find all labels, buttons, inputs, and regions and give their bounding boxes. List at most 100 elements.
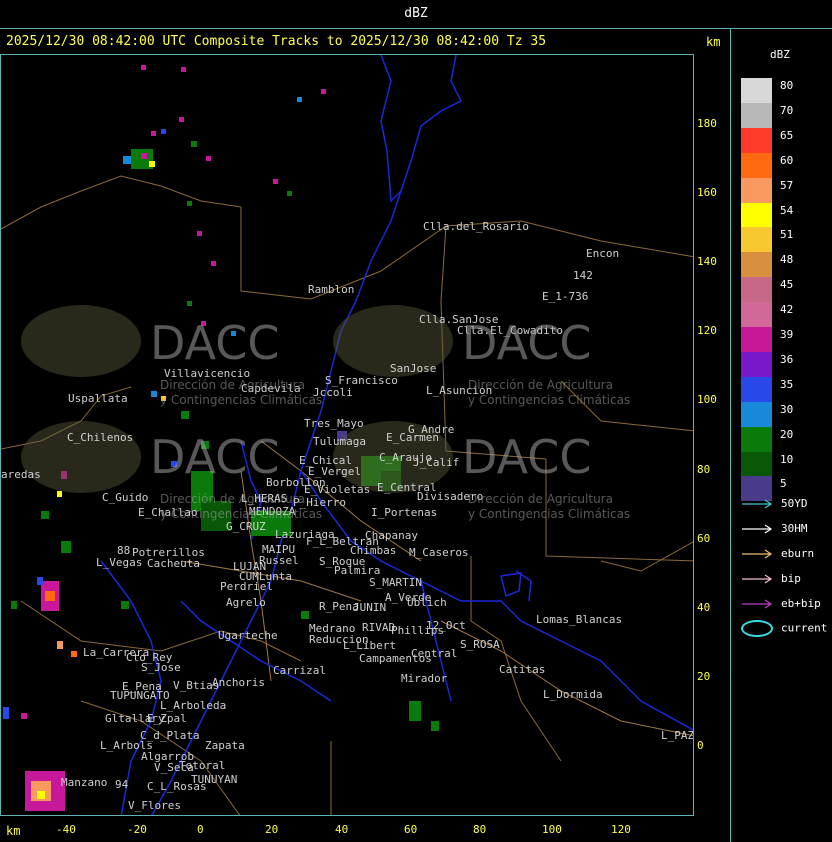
legend-swatch (741, 277, 772, 303)
place-label: Uspallata (68, 392, 128, 405)
panel-divider (730, 28, 731, 842)
place-label: E_Carmen (386, 431, 439, 444)
legend-swatch (741, 351, 772, 377)
y-tick-label: 100 (697, 393, 717, 406)
legend-track-label: 50YD (781, 497, 808, 510)
place-label: aredas (1, 468, 41, 481)
place-label: JUNIN (353, 601, 386, 614)
legend-track-label: 30HM (781, 522, 808, 535)
legend-value: 45 (780, 278, 794, 292)
place-label: SanJose (390, 362, 436, 375)
legend-value: 80 (780, 79, 794, 92)
place-label: Catitas (499, 663, 545, 676)
arrow-icon (742, 499, 773, 509)
unit-label-bottom: km (6, 824, 21, 838)
product-header: 2025/12/30 08:42:00 UTC Composite Tracks… (6, 34, 547, 49)
legend-value: 70 (780, 103, 794, 117)
legend-value: 35 (780, 377, 794, 391)
arrow-icon (742, 524, 773, 534)
current-oval-icon (741, 620, 773, 637)
x-tick-label: -40 (56, 823, 76, 836)
watermark-line1-3: Dirección de Agricultura (160, 492, 305, 506)
watermark-line2-4: y Contingencias Climáticas (468, 507, 631, 521)
legend-value: 51 (780, 228, 794, 242)
legend-value: 10 (780, 452, 794, 466)
watermark-line2-3: y Contingencias Climáticas (160, 507, 323, 521)
arrow-icon (742, 599, 773, 609)
place-label: J_Calif (413, 456, 459, 469)
place-label: E_1-736 (542, 290, 588, 303)
place-label: Perdriel (220, 580, 273, 593)
place-label: 88 (117, 544, 130, 557)
x-tick-label: 80 (473, 823, 487, 836)
place-label: C_L_Rosas (147, 780, 207, 793)
place-label: Tres_Mayo (304, 417, 364, 430)
legend-swatch (741, 451, 772, 477)
legend-value: 39 (780, 328, 794, 341)
y-tick-label: 140 (697, 255, 717, 268)
legend-swatch (741, 302, 772, 328)
legend-swatch (741, 177, 772, 203)
place-label: E_Violetas (304, 483, 370, 496)
place-label: Lomas_Blancas (536, 613, 622, 626)
place-label: S_MARTIN (369, 576, 422, 589)
place-label: L_Arboleda (160, 699, 226, 712)
place-label: Ramblon (308, 283, 354, 296)
place-label: Zapata (205, 739, 245, 752)
watermark-logo-1: DACC (150, 316, 280, 370)
x-tick-label: -20 (127, 823, 147, 836)
legend-swatch (741, 227, 772, 253)
legend-value: 30 (780, 402, 794, 416)
legend-swatch (741, 376, 772, 402)
place-label: 12_Oct (426, 619, 466, 632)
legend-current-label: current (781, 621, 828, 635)
place-label: L_Vegas (96, 556, 142, 569)
watermark-logo-3: DACC (150, 430, 280, 484)
watermark-line1-1: Dirección de Agricultura (160, 378, 305, 392)
legend-value: 65 (780, 128, 794, 142)
place-label: S_ROSA (460, 638, 500, 651)
legend-swatch (741, 327, 772, 352)
legend-swatch (741, 152, 772, 178)
place-label: L_Dormida (543, 688, 603, 701)
place-label: 94 (115, 778, 129, 791)
place-label: Campamentos (359, 652, 432, 665)
place-label: E_Zpal (147, 712, 187, 725)
legend-current: current (741, 620, 827, 637)
y-tick-label: 180 (697, 117, 717, 130)
place-label: Ublich (407, 596, 447, 609)
legend-value: 60 (780, 153, 794, 167)
y-tick-label: 20 (697, 670, 711, 683)
legend-swatch (741, 401, 772, 427)
legend-track: bip (741, 572, 801, 585)
place-label: C_Chilenos (67, 431, 133, 444)
place-label: Totoral (179, 759, 225, 772)
x-tick-label: 60 (404, 823, 418, 836)
legend-value: 54 (780, 203, 794, 217)
place-label: L_PAZ (661, 729, 694, 742)
legend-value: 5 (780, 477, 787, 491)
legend-swatch (741, 102, 772, 128)
x-tick-label: 100 (542, 823, 562, 836)
place-label: L_Libert (343, 639, 396, 652)
place-label: Agrelo (226, 596, 266, 609)
place-label: Carrizal (273, 664, 326, 677)
legend-value: 20 (780, 427, 794, 441)
watermark-line1-4: Dirección de Agricultura (468, 492, 613, 506)
place-label: Manzano (61, 776, 107, 789)
y-tick-label: 40 (697, 601, 711, 614)
title-bar: dBZ (0, 0, 832, 29)
legend-track: eb+bip (741, 597, 821, 610)
y-tick-label: 0 (697, 739, 704, 752)
legend-value: 57 (780, 178, 794, 192)
legend-track: eburn (741, 547, 814, 560)
legend-swatch (741, 252, 772, 278)
y-tick-label: 80 (697, 463, 711, 476)
arrow-icon (742, 549, 773, 559)
x-tick-label: 0 (197, 823, 204, 836)
legend-swatch (741, 202, 772, 228)
legend-swatch (741, 426, 772, 452)
place-label: Anchoris (212, 676, 265, 689)
watermark-logo-2: DACC (462, 316, 592, 370)
place-label: 142 (573, 269, 593, 282)
